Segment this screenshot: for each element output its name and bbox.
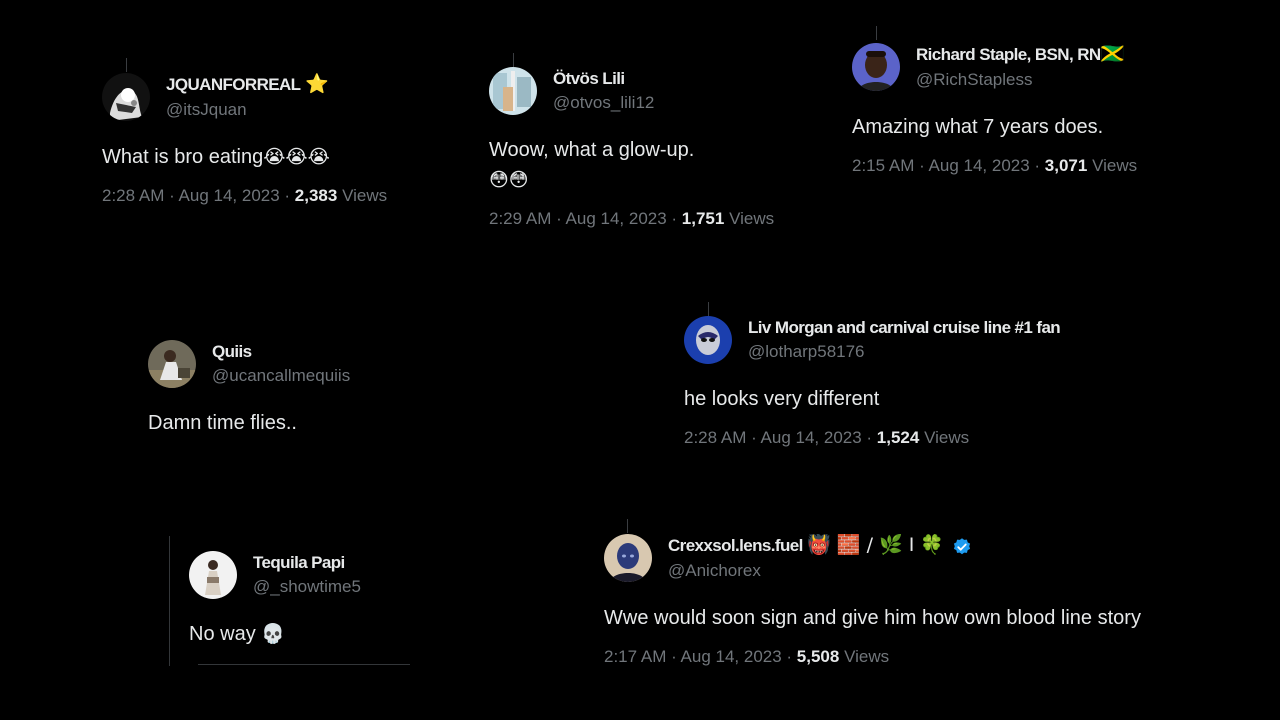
tweet-header: Liv Morgan and carnival cruise line #1 f… <box>684 316 1061 364</box>
handle[interactable]: @RichStapless <box>916 68 1124 92</box>
tweet-text: What is bro eating😭😭😭 <box>102 142 387 172</box>
avatar-blue-face-icon <box>604 534 652 582</box>
display-name[interactable]: Crexxsol.lens.fuel 👹 🧱 / 🌿 I 🍀 <box>668 533 972 559</box>
reply-border-left <box>169 536 170 666</box>
tweet-text: he looks very different <box>684 388 880 410</box>
tweet-card-otvos-lili[interactable]: Ötvös Lili @otvos_lili12 Woow, what a gl… <box>489 67 774 229</box>
timestamp[interactable]: 2:15 AM · Aug 14, 2023 · <box>852 156 1045 175</box>
tweet-text: Damn time flies.. <box>148 412 297 434</box>
avatar[interactable] <box>148 340 196 388</box>
tweet-header: Richard Staple, BSN, RN🇯🇲 @RichStapless <box>852 42 1137 92</box>
display-name[interactable]: Richard Staple, BSN, RN🇯🇲 <box>916 42 1124 68</box>
tweet-meta: 2:17 AM · Aug 14, 2023 · 5,508 Views <box>604 647 1141 667</box>
tweet-header: Tequila Papi @_showtime5 <box>189 551 361 599</box>
verified-badge-icon <box>954 538 971 555</box>
handle[interactable]: @itsJquan <box>166 98 329 122</box>
display-name[interactable]: Quiis <box>212 340 350 364</box>
tweet-text-content: No way <box>189 623 256 645</box>
tweet-header: Crexxsol.lens.fuel 👹 🧱 / 🌿 I 🍀 @Anichore… <box>604 533 1141 583</box>
name-emoji-decorations: 👹 🧱 / 🌿 I 🍀 <box>807 534 945 556</box>
views-label: Views <box>1087 156 1138 175</box>
views-count: 5,508 <box>796 647 840 666</box>
tweet-meta: 2:29 AM · Aug 14, 2023 · 1,751 Views <box>489 209 774 229</box>
handle[interactable]: @Anichorex <box>668 559 972 583</box>
tweet-card-richard-staple[interactable]: Richard Staple, BSN, RN🇯🇲 @RichStapless … <box>852 42 1137 176</box>
tweet-text: Amazing what 7 years does. <box>852 116 1104 138</box>
timestamp[interactable]: 2:28 AM · Aug 14, 2023 · <box>684 428 877 447</box>
handle[interactable]: @lotharp58176 <box>748 340 1060 364</box>
reply-border-bottom <box>198 664 410 665</box>
star-badge-icon: ⭐ <box>304 73 329 95</box>
handle[interactable]: @ucancallmequiis <box>212 364 350 388</box>
avatar[interactable] <box>102 73 150 121</box>
timestamp[interactable]: 2:17 AM · Aug 14, 2023 · <box>604 647 797 666</box>
avatar-window-icon <box>489 67 537 115</box>
handle[interactable]: @_showtime5 <box>253 575 361 599</box>
thread-connector <box>876 26 877 40</box>
tweet-text: Wwe would soon sign and give him how own… <box>604 607 1141 629</box>
tweet-meta: 2:15 AM · Aug 14, 2023 · 3,071 Views <box>852 156 1137 176</box>
tweet-card-quiis[interactable]: Quiis @ucancallmequiis Damn time flies.. <box>148 340 350 438</box>
skull-emoji-icon: 💀 <box>261 623 285 645</box>
crying-emoji-icon: 😭😭😭 <box>263 146 330 168</box>
avatar-bw-figure-icon <box>102 73 150 121</box>
views-count: 1,751 <box>681 209 725 228</box>
avatar[interactable] <box>852 43 900 91</box>
tweet-card-anichorex[interactable]: Crexxsol.lens.fuel 👹 🧱 / 🌿 I 🍀 @Anichore… <box>604 533 1141 667</box>
views-count: 3,071 <box>1044 156 1088 175</box>
tweet-card-lotharp[interactable]: Liv Morgan and carnival cruise line #1 f… <box>684 316 1061 448</box>
tweet-header: Ötvös Lili @otvos_lili12 <box>489 67 774 115</box>
display-name[interactable]: JQUANFORREAL ⭐ <box>166 72 329 98</box>
display-name[interactable]: Tequila Papi <box>253 551 361 575</box>
views-label: Views <box>724 209 775 228</box>
avatar[interactable] <box>189 551 237 599</box>
avatar-white-figure-icon <box>189 551 237 599</box>
avatar-outdoor-icon <box>148 340 196 388</box>
views-label: Views <box>839 647 890 666</box>
thread-connector <box>513 53 514 67</box>
avatar-portrait-icon <box>852 43 900 91</box>
views-label: Views <box>919 428 970 447</box>
flushed-emoji-icon: 😳😳 <box>489 169 529 191</box>
avatar[interactable] <box>604 534 652 582</box>
timestamp[interactable]: 2:29 AM · Aug 14, 2023 · <box>489 209 682 228</box>
display-name[interactable]: Liv Morgan and carnival cruise line #1 f… <box>748 316 1061 340</box>
jamaica-flag-icon: 🇯🇲 <box>1100 43 1125 65</box>
tweet-card-tequila-papi[interactable]: Tequila Papi @_showtime5 No way 💀 <box>189 551 361 649</box>
tweet-text: Woow, what a glow-up. 😳😳 <box>489 135 774 195</box>
avatar-mask-icon <box>684 316 732 364</box>
thread-connector <box>627 519 628 533</box>
tweet-card-jquanforreal[interactable]: JQUANFORREAL ⭐ @itsJquan What is bro eat… <box>102 72 387 206</box>
display-name[interactable]: Ötvös Lili <box>553 67 654 91</box>
thread-connector <box>126 58 127 72</box>
handle[interactable]: @otvos_lili12 <box>553 91 654 115</box>
avatar[interactable] <box>489 67 537 115</box>
tweet-meta: 2:28 AM · Aug 14, 2023 · 2,383 Views <box>102 186 387 206</box>
tweet-text-content: What is bro eating <box>102 146 264 168</box>
views-count: 2,383 <box>294 186 338 205</box>
views-count: 1,524 <box>876 428 920 447</box>
tweet-text: No way 💀 <box>189 619 361 649</box>
timestamp[interactable]: 2:28 AM · Aug 14, 2023 · <box>102 186 295 205</box>
views-label: Views <box>337 186 388 205</box>
thread-connector <box>708 302 709 316</box>
avatar[interactable] <box>684 316 732 364</box>
tweet-header: JQUANFORREAL ⭐ @itsJquan <box>102 72 387 122</box>
tweet-header: Quiis @ucancallmequiis <box>148 340 350 388</box>
tweet-meta: 2:28 AM · Aug 14, 2023 · 1,524 Views <box>684 428 1060 448</box>
tweet-text-content: Woow, what a glow-up. <box>489 139 695 161</box>
